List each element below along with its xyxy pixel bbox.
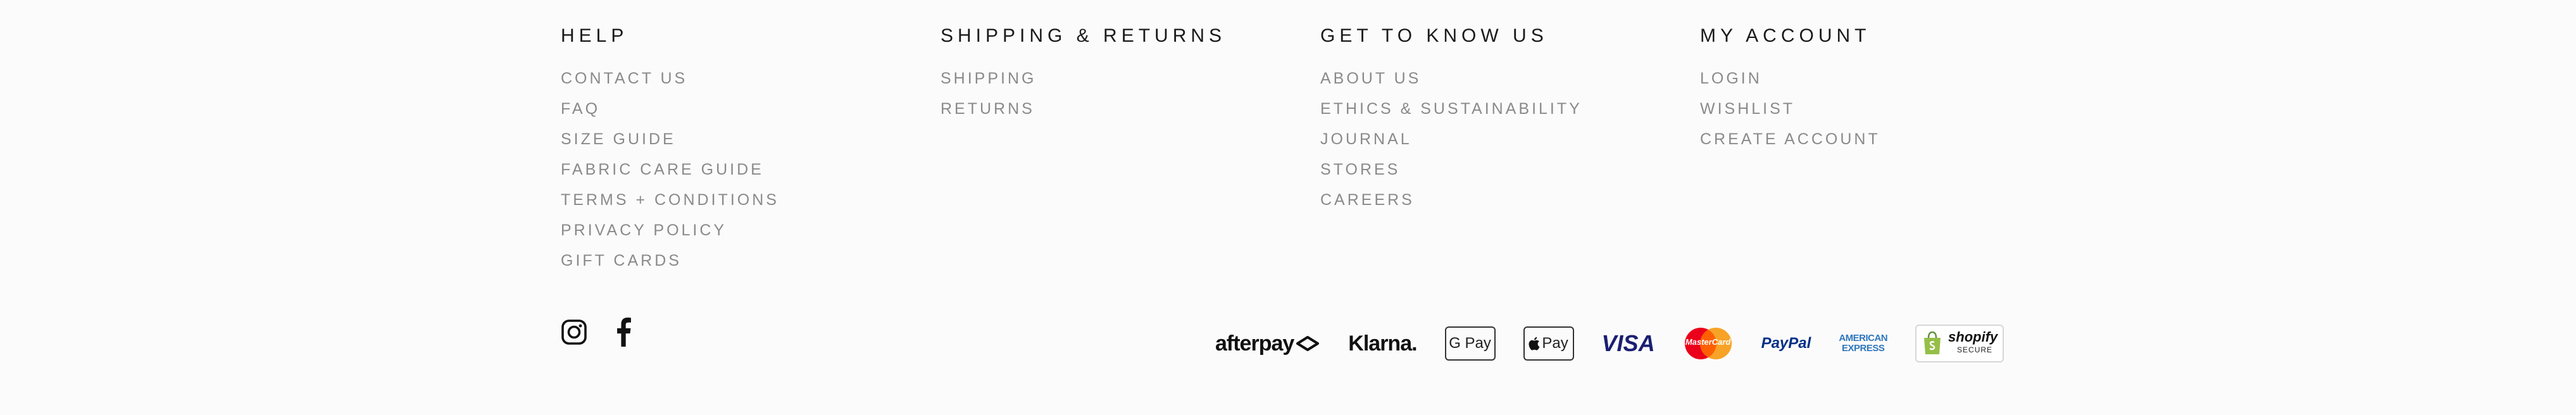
link-stores[interactable]: STORES <box>1320 161 1400 178</box>
american-express-logo: AMERICAN EXPRESS <box>1839 333 1888 354</box>
apple-icon <box>1529 337 1540 350</box>
paypal-logo: PayPal <box>1761 335 1811 352</box>
link-size-guide[interactable]: SIZE GUIDE <box>561 130 676 148</box>
link-terms-conditions[interactable]: TERMS + CONDITIONS <box>561 191 779 209</box>
link-about-us[interactable]: ABOUT US <box>1320 70 1421 87</box>
shopify-bag-icon <box>1924 331 1941 354</box>
link-list-help: CONTACT US FAQ SIZE GUIDE FABRIC CARE GU… <box>561 66 779 278</box>
afterpay-arrow-icon <box>1296 336 1320 351</box>
link-list-shipping-returns: SHIPPING RETURNS <box>941 66 1226 127</box>
link-list-get-to-know-us: ABOUT US ETHICS & SUSTAINABILITY JOURNAL… <box>1320 66 1582 218</box>
link-shipping[interactable]: SHIPPING <box>941 70 1036 87</box>
link-fabric-care-guide[interactable]: FABRIC CARE GUIDE <box>561 161 764 178</box>
column-heading-my-account: MY ACCOUNT <box>1700 25 1871 46</box>
column-heading-get-to-know-us: GET TO KNOW US <box>1320 25 1548 46</box>
social-links <box>561 318 632 347</box>
mastercard-logo: MasterCard <box>1683 323 1734 364</box>
visa-logo: VISA <box>1601 330 1655 356</box>
facebook-icon[interactable] <box>615 318 632 347</box>
link-wishlist[interactable]: WISHLIST <box>1700 100 1795 118</box>
link-returns[interactable]: RETURNS <box>941 100 1035 118</box>
footer-column-help: HELP CONTACT US FAQ SIZE GUIDE FABRIC CA… <box>561 23 779 278</box>
link-privacy-policy[interactable]: PRIVACY POLICY <box>561 221 727 239</box>
link-list-my-account: LOGIN WISHLIST CREATE ACCOUNT <box>1700 66 1880 157</box>
column-heading-help: HELP <box>561 25 628 46</box>
afterpay-logo: afterpay <box>1215 323 1320 364</box>
link-contact-us[interactable]: CONTACT US <box>561 70 687 87</box>
apple-pay-logo: Pay <box>1523 323 1574 364</box>
link-ethics-sustainability[interactable]: ETHICS & SUSTAINABILITY <box>1320 100 1582 118</box>
column-heading-shipping-returns: SHIPPING & RETURNS <box>941 25 1227 46</box>
footer-column-get-to-know-us: GET TO KNOW US ABOUT US ETHICS & SUSTAIN… <box>1320 23 1582 218</box>
google-pay-logo: G Pay <box>1444 323 1496 364</box>
link-create-account[interactable]: CREATE ACCOUNT <box>1700 130 1880 148</box>
shopify-secure-badge: shopify SECURE <box>1915 323 2004 364</box>
payment-methods: afterpay Klarna. G Pay Pay VISA MasterCa… <box>1215 323 2004 364</box>
link-journal[interactable]: JOURNAL <box>1320 130 1412 148</box>
link-gift-cards[interactable]: GIFT CARDS <box>561 252 682 269</box>
link-careers[interactable]: CAREERS <box>1320 191 1415 209</box>
instagram-icon[interactable] <box>561 319 587 345</box>
footer-column-my-account: MY ACCOUNT LOGIN WISHLIST CREATE ACCOUNT <box>1700 23 1880 157</box>
footer-column-shipping-returns: SHIPPING & RETURNS SHIPPING RETURNS <box>941 23 1226 127</box>
link-faq[interactable]: FAQ <box>561 100 600 118</box>
link-login[interactable]: LOGIN <box>1700 70 1762 87</box>
klarna-logo: Klarna. <box>1348 331 1417 356</box>
